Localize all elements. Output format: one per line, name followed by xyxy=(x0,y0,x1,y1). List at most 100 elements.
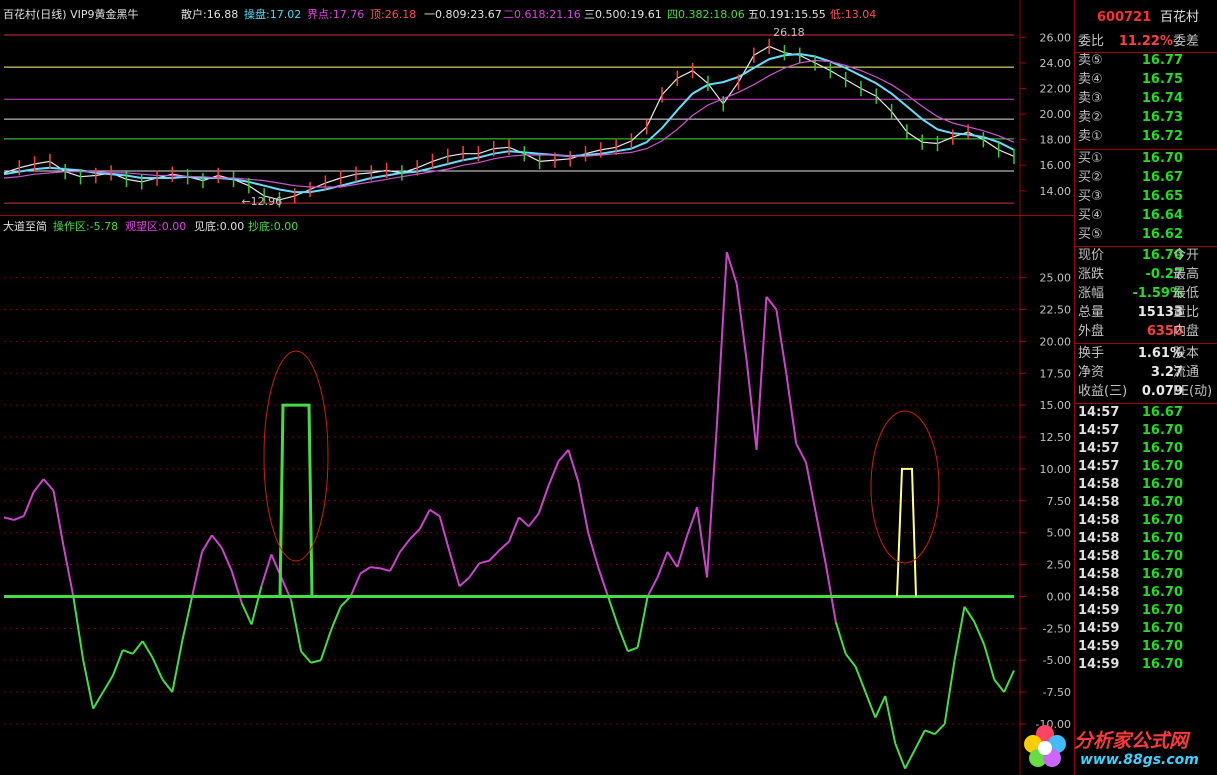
operation-line xyxy=(973,621,986,646)
tick-time: 14:58 xyxy=(1078,549,1120,564)
bottom-signal-line xyxy=(896,467,917,597)
operation-line xyxy=(597,566,609,597)
operation-line xyxy=(725,251,738,285)
operation-line xyxy=(488,549,500,562)
tick-price: 16.70 xyxy=(1141,585,1183,600)
operation-line xyxy=(834,621,847,655)
operation-line xyxy=(537,485,550,514)
operation-line xyxy=(468,562,481,578)
operation-line xyxy=(894,742,907,769)
tick-row[interactable]: 14:58 16.70 xyxy=(1075,494,1217,512)
bid-row: 买⑤ 16.62 xyxy=(1075,226,1217,244)
operation-line xyxy=(795,442,807,464)
quote-row-label: 总量 xyxy=(1078,305,1105,320)
fib1-value: 一0.809:23.67 xyxy=(424,8,502,21)
tick-time: 14:58 xyxy=(1078,567,1120,582)
operation-line xyxy=(1003,670,1015,693)
di-value: 低:13.04 xyxy=(830,8,877,21)
tick-price: 16.70 xyxy=(1141,495,1183,510)
bid-row-value: 16.70 xyxy=(1141,151,1183,166)
quote-row: 涨跌 -0.27 最高 xyxy=(1075,266,1217,284)
tick-row[interactable]: 14:57 16.67 xyxy=(1075,404,1217,422)
tick-price: 16.67 xyxy=(1141,405,1183,420)
tick-row[interactable]: 14:57 16.70 xyxy=(1075,440,1217,458)
operation-line xyxy=(211,534,223,549)
tick-row[interactable]: 14:58 16.70 xyxy=(1075,566,1217,584)
price-line xyxy=(3,45,1015,201)
operation-line xyxy=(458,576,471,587)
ask-row-value: 16.77 xyxy=(1141,53,1183,68)
quote-row: 总量 15133 量比 xyxy=(1075,304,1217,322)
operation-line xyxy=(448,551,461,587)
bid-row-value: 16.67 xyxy=(1141,170,1183,185)
operation-line xyxy=(498,540,510,552)
tick-row[interactable]: 14:58 16.70 xyxy=(1075,512,1217,530)
tick-row[interactable]: 14:58 16.70 xyxy=(1075,530,1217,548)
divider xyxy=(1075,149,1217,150)
indicator-chart xyxy=(3,251,1020,770)
tick-row[interactable]: 14:59 16.70 xyxy=(1075,620,1217,638)
stock-name: 百花村 xyxy=(1160,10,1200,25)
operation-line xyxy=(250,586,263,625)
tick-row[interactable]: 14:57 16.70 xyxy=(1075,458,1217,476)
tick-price: 16.70 xyxy=(1141,621,1183,636)
indicator-name: 大道至简 xyxy=(3,220,47,233)
tick-price: 16.70 xyxy=(1141,657,1183,672)
quote-panel: 600721 百花村 委比 11.22% 委差 卖⑤ 16.77 卖④ 16.75 卖③… xyxy=(1075,0,1217,775)
operation-line xyxy=(310,659,322,664)
tick-row[interactable]: 14:58 16.70 xyxy=(1075,548,1217,566)
tick-row[interactable]: 14:57 16.70 xyxy=(1075,422,1217,440)
operation-line xyxy=(666,551,679,568)
operation-line xyxy=(934,723,946,735)
stock-code: 600721 xyxy=(1097,10,1152,25)
divider xyxy=(1075,246,1217,247)
operation-line xyxy=(201,534,213,553)
tick-time: 14:59 xyxy=(1078,621,1120,636)
operation-line xyxy=(587,532,600,568)
bid-row-label: 买① xyxy=(1078,151,1103,166)
indicator-axis-label: 0.00 xyxy=(1047,590,1072,603)
price-chart: 26.18 ←12.96 xyxy=(3,26,1015,208)
indicator-axis-label: -5.00 xyxy=(1043,654,1071,667)
tick-row[interactable]: 14:59 16.70 xyxy=(1075,656,1217,674)
operation-line xyxy=(359,566,371,575)
ask-row: 卖③ 16.74 xyxy=(1075,90,1217,108)
logo-name: 分析家公式网 xyxy=(1074,730,1189,752)
jiedian-value: 界点:17.76 xyxy=(307,8,365,21)
stats-row-label2: 股本 xyxy=(1173,346,1200,361)
quote-row: 外盘 6350 内盘 xyxy=(1075,323,1217,341)
quote-row: 现价 16.70 今开 xyxy=(1075,247,1217,265)
operation-line xyxy=(82,660,95,709)
indicator-axis-label: -7.50 xyxy=(1043,686,1071,699)
weibi-row: 委比 11.22% 委差 xyxy=(1075,33,1217,51)
fib4-value: 四0.382:18.06 xyxy=(667,8,745,21)
chart-area[interactable]: 26.18 ←12.96 26.00 24.00 22.00 20.00 18.00 16.… xyxy=(0,0,1075,775)
price-axis-label: 20.00 xyxy=(1040,108,1072,121)
tick-time: 14:58 xyxy=(1078,477,1120,492)
tick-row[interactable]: 14:58 16.70 xyxy=(1075,476,1217,494)
quote-row-label2: 量比 xyxy=(1173,305,1200,320)
operation-line xyxy=(42,478,55,492)
operation-line xyxy=(240,602,253,625)
operation-line xyxy=(924,729,936,736)
ask-row-value: 16.75 xyxy=(1141,72,1183,87)
weibi-value: 11.22% xyxy=(1118,34,1173,49)
tick-row[interactable]: 14:58 16.70 xyxy=(1075,584,1217,602)
watermark-logo: 分析家公式网 www.88gs.com xyxy=(1018,718,1217,775)
tick-row[interactable]: 14:59 16.70 xyxy=(1075,602,1217,620)
operation-line xyxy=(479,559,490,565)
stats-row: 净资 3.27 流通 xyxy=(1075,364,1217,382)
operation-line xyxy=(191,551,204,597)
low-annotation: ←12.96 xyxy=(241,195,282,208)
indicator-axis-label: 12.50 xyxy=(1040,431,1072,444)
ask-row-value: 16.72 xyxy=(1141,129,1183,144)
operation-line xyxy=(389,551,401,572)
watch-zone-line xyxy=(278,403,314,597)
tick-row[interactable]: 14:59 16.70 xyxy=(1075,638,1217,656)
operation-line xyxy=(438,515,451,553)
price-axis-label: 14.00 xyxy=(1040,185,1072,198)
indicator-axis-label: 15.00 xyxy=(1040,399,1072,412)
tick-price: 16.70 xyxy=(1141,567,1183,582)
stats-row-label2: 流通 xyxy=(1173,365,1200,380)
operation-line xyxy=(508,517,520,542)
